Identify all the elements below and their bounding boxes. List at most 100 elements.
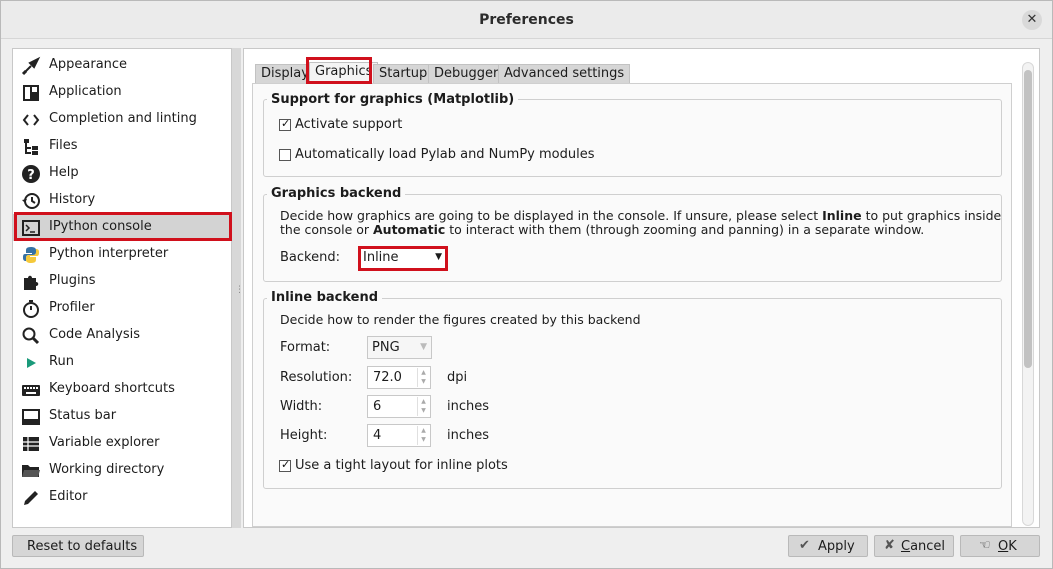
apply-button[interactable]: ✔ Apply	[788, 535, 868, 557]
sidebar-item-help[interactable]: ? Help	[13, 160, 231, 187]
backend-description-line2: the console or Automatic to interact wit…	[280, 222, 925, 237]
sidebar-item-label: Plugins	[49, 273, 96, 288]
sidebar-item-status-bar[interactable]: Status bar	[13, 403, 231, 430]
stopwatch-icon	[23, 300, 39, 318]
cancel-button[interactable]: ✘ Cancel	[874, 535, 954, 557]
sidebar-item-label: Code Analysis	[49, 327, 140, 342]
reset-button-label: Reset to defaults	[27, 539, 138, 554]
height-label: Height:	[280, 428, 328, 443]
format-select[interactable]: PNG ▼	[367, 336, 432, 359]
format-select-value: PNG	[372, 340, 400, 355]
sidebar-item-label: Editor	[49, 489, 88, 504]
inline-backend-description: Decide how to render the figures created…	[280, 312, 641, 327]
close-icon[interactable]: ✕	[1022, 10, 1042, 30]
magnifier-icon	[22, 327, 40, 345]
width-unit: inches	[447, 399, 490, 414]
sidebar-item-variable-explorer[interactable]: Variable explorer	[13, 430, 231, 457]
height-value: 4	[373, 428, 382, 443]
width-spinbox[interactable]: 6 ▲ ▼	[367, 395, 431, 418]
tab-advanced-settings[interactable]: Advanced settings	[498, 64, 631, 83]
folder-icon	[22, 465, 40, 477]
cancel-button-label: Cancel	[901, 539, 946, 554]
backend-highlight	[358, 246, 448, 271]
ok-hand-icon: ☜	[979, 538, 991, 553]
table-icon	[23, 437, 39, 451]
spin-arrows-icon[interactable]: ▲ ▼	[417, 368, 429, 387]
sidebar-item-editor[interactable]: Editor	[13, 484, 231, 511]
tight-layout-checkbox[interactable]	[279, 458, 291, 472]
sidebar-item-label: Completion and linting	[49, 111, 197, 126]
sidebar-item-label: Appearance	[49, 57, 128, 72]
tab-startup[interactable]: Startup	[373, 64, 434, 83]
sidebar-item-label: History	[49, 192, 96, 207]
layout-icon	[23, 85, 39, 101]
resolution-value: 72.0	[373, 370, 402, 385]
sidebar-item-run[interactable]: Run	[13, 349, 231, 376]
pencil-icon	[24, 491, 38, 505]
sidebar-item-label: Application	[49, 84, 122, 99]
code-brackets-icon	[22, 114, 40, 126]
tab-debugger[interactable]: Debugger	[428, 64, 505, 83]
width-label: Width:	[280, 399, 323, 414]
sidebar-item-keyboard-shortcuts[interactable]: Keyboard shortcuts	[13, 376, 231, 403]
resolution-spinbox[interactable]: 72.0 ▲ ▼	[367, 366, 431, 389]
svg-text:?: ?	[27, 168, 35, 183]
activate-support-checkbox[interactable]	[279, 117, 291, 131]
sidebar-item-label: Run	[49, 354, 74, 369]
selection-highlight	[14, 212, 232, 241]
resolution-label: Resolution:	[280, 370, 353, 385]
sidebar-item-label: Variable explorer	[49, 435, 160, 450]
scrollbar-thumb[interactable]	[1024, 70, 1032, 368]
inline-backend-title: Inline backend	[267, 290, 383, 305]
tight-layout-label: Use a tight layout for inline plots	[295, 458, 508, 473]
autoload-pylab-checkbox[interactable]	[279, 149, 291, 161]
content-scrollbar[interactable]	[1022, 62, 1034, 526]
sidebar-item-working-directory[interactable]: Working directory	[13, 457, 231, 484]
title-bar: Preferences ✕	[1, 1, 1052, 39]
spin-arrows-icon[interactable]: ▲ ▼	[417, 397, 429, 416]
sidebar-item-application[interactable]: Application	[13, 79, 231, 106]
dropdown-arrow-icon: ▼	[420, 342, 427, 352]
preferences-sidebar: Appearance Application Completion and li…	[12, 48, 232, 528]
ok-button[interactable]: ☜ OK	[960, 535, 1040, 557]
support-group-title: Support for graphics (Matplotlib)	[267, 92, 519, 107]
puzzle-icon	[24, 275, 39, 290]
python-icon	[23, 247, 39, 263]
sidebar-item-python-interpreter[interactable]: Python interpreter	[13, 241, 231, 268]
spin-arrows-icon[interactable]: ▲ ▼	[417, 426, 429, 445]
reset-to-defaults-button[interactable]: Reset to defaults	[12, 535, 144, 557]
ok-button-label: OK	[998, 539, 1017, 554]
sidebar-item-history[interactable]: History	[13, 187, 231, 214]
play-icon	[27, 358, 36, 368]
sidebar-item-files[interactable]: Files	[13, 133, 231, 160]
backend-label: Backend:	[280, 250, 340, 265]
status-bar-icon	[22, 409, 40, 425]
sidebar-item-completion[interactable]: Completion and linting	[13, 106, 231, 133]
sidebar-item-profiler[interactable]: Profiler	[13, 295, 231, 322]
autoload-pylab-label: Automatically load Pylab and NumPy modul…	[295, 147, 595, 162]
sidebar-item-plugins[interactable]: Plugins	[13, 268, 231, 295]
sidebar-item-label: Keyboard shortcuts	[49, 381, 175, 396]
sidebar-item-appearance[interactable]: Appearance	[13, 52, 231, 79]
width-value: 6	[373, 399, 382, 414]
backend-description-line1: Decide how graphics are going to be disp…	[280, 208, 1002, 223]
support-group	[263, 99, 1002, 177]
file-tree-icon	[24, 139, 38, 155]
apply-button-label: Apply	[818, 539, 855, 554]
activate-support-label: Activate support	[295, 117, 403, 132]
paintbrush-icon	[21, 56, 41, 76]
sidebar-item-label: Profiler	[49, 300, 95, 315]
keyboard-icon	[22, 385, 40, 396]
dialog-title: Preferences	[479, 12, 574, 28]
checkmark-icon: ✔	[799, 538, 810, 553]
height-spinbox[interactable]: 4 ▲ ▼	[367, 424, 431, 447]
sidebar-item-label: Help	[49, 165, 79, 180]
sidebar-item-label: Python interpreter	[49, 246, 169, 261]
cancel-x-icon: ✘	[884, 538, 895, 553]
height-unit: inches	[447, 428, 490, 443]
sidebar-item-code-analysis[interactable]: Code Analysis	[13, 322, 231, 349]
resolution-unit: dpi	[447, 370, 468, 385]
format-label: Format:	[280, 340, 331, 355]
question-icon: ?	[22, 165, 40, 183]
sidebar-item-label: Status bar	[49, 408, 117, 423]
